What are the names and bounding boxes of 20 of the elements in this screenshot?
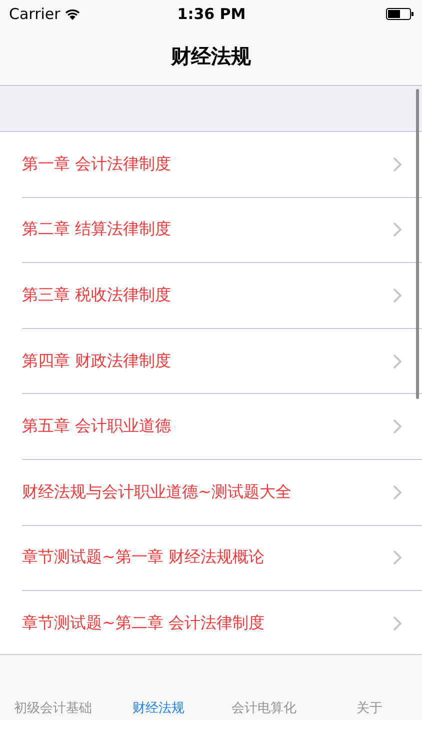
chapter-row[interactable]: 财经法规与会计职业道德~测试题大全 xyxy=(22,460,422,526)
carrier-label: Carrier xyxy=(9,5,60,23)
tab-item[interactable]: 会计电算化 xyxy=(211,655,316,720)
chevron-icon xyxy=(393,550,402,566)
chevron-icon xyxy=(393,222,402,238)
chevron-icon xyxy=(393,156,402,172)
chapter-row[interactable]: 第五章 会计职业道德 xyxy=(22,394,422,460)
chapter-row[interactable]: 章节测试题~第一章 财经法规概论 xyxy=(22,526,422,592)
chevron-icon xyxy=(393,288,402,303)
status-time: 1:36 PM xyxy=(176,5,247,23)
chevron-icon xyxy=(393,484,402,500)
tab-item[interactable]: 初级会计基础 xyxy=(0,655,106,720)
battery-icon xyxy=(386,8,414,20)
tab-item[interactable]: 关于 xyxy=(316,655,422,720)
wifi-icon xyxy=(65,8,80,20)
chevron-icon xyxy=(393,616,402,631)
nav-title: 财经法规 xyxy=(171,43,251,70)
tab-item[interactable]: 财经法规 xyxy=(106,655,211,720)
chevron-icon xyxy=(393,354,402,369)
chevron-icon xyxy=(393,419,402,434)
